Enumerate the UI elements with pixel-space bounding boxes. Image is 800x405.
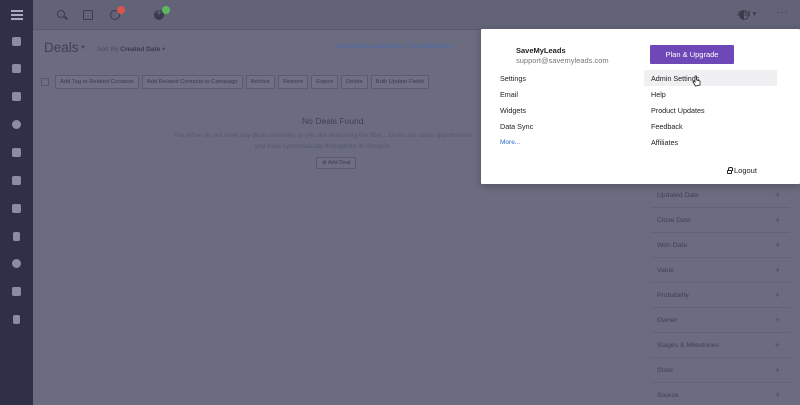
filter-won-date[interactable]: Won Date + <box>651 233 790 258</box>
avatar <box>494 45 512 63</box>
add-to-campaign-button[interactable]: Add Related Contacts to Campaign <box>141 74 243 89</box>
deals-icon[interactable] <box>12 120 21 129</box>
menu-item-settings[interactable]: Settings <box>500 74 526 83</box>
expand-icon[interactable]: + <box>775 215 780 225</box>
account-menu-popover: SaveMyLeads support@savemyleads.com Plan… <box>481 29 800 184</box>
filter-label: State <box>657 367 673 374</box>
filter-probability[interactable]: Probability + <box>651 283 790 308</box>
add-deal-button[interactable]: ⊕ Add Deal <box>316 157 357 169</box>
archive-button[interactable]: Archive <box>245 74 275 89</box>
add-menu-button[interactable]: Add ▾ <box>737 9 756 18</box>
trash-icon[interactable] <box>13 315 20 324</box>
calendar-icon[interactable] <box>83 10 93 20</box>
notification-badge <box>117 6 125 14</box>
hamburger-menu-icon[interactable] <box>0 0 33 30</box>
chevron-down-icon[interactable]: ▼ <box>80 45 86 51</box>
menu-item-widgets[interactable]: Widgets <box>500 106 526 115</box>
menu-item-email[interactable]: Email <box>500 90 518 99</box>
reports-icon[interactable] <box>12 148 21 157</box>
expand-icon[interactable]: + <box>775 340 780 350</box>
restore-button[interactable]: Restore <box>277 74 309 89</box>
more-options-icon[interactable]: ··· <box>776 7 789 18</box>
home-icon[interactable] <box>12 37 21 46</box>
export-button[interactable]: Export <box>311 74 338 89</box>
settings-icon[interactable] <box>12 287 21 296</box>
plan-upgrade-button[interactable]: Plan & Upgrade <box>650 45 734 64</box>
add-menu-label: Add <box>737 9 751 18</box>
lock-icon <box>727 166 733 174</box>
menu-item-product-updates[interactable]: Product Updates <box>651 106 705 115</box>
expand-icon[interactable]: + <box>775 190 780 200</box>
menu-item-affiliates[interactable]: Affiliates <box>651 138 678 147</box>
select-all-checkbox[interactable] <box>41 77 49 86</box>
contacts-icon[interactable] <box>12 64 21 73</box>
filter-close-date[interactable]: Close Date + <box>651 208 790 233</box>
hand-cursor-icon <box>692 75 701 87</box>
expand-icon[interactable]: + <box>775 240 780 250</box>
page-title: Deals <box>44 40 79 55</box>
hourglass-icon[interactable] <box>13 232 20 241</box>
add-tag-button[interactable]: Add Tag to Related Contacts <box>55 74 139 89</box>
menu-item-data-sync[interactable]: Data Sync <box>500 122 533 131</box>
filter-stages[interactable]: Stages & Milestones + <box>651 333 790 358</box>
filter-label: Probability <box>657 292 689 299</box>
search-icon[interactable] <box>57 10 65 18</box>
sort-by-control[interactable]: Sort By Created Date ▾ <box>97 45 165 53</box>
sort-by-label: Sort By <box>97 46 119 53</box>
filter-label: Stages & Milestones <box>657 342 719 349</box>
logout-button[interactable]: Logout <box>727 166 757 175</box>
filter-label: Owner <box>657 317 678 324</box>
filter-value[interactable]: Value + <box>651 258 790 283</box>
filter-link[interactable]: Send sales automation / No automation <box>338 43 452 50</box>
account-email: support@savemyleads.com <box>516 56 609 65</box>
sort-by-value[interactable]: Created Date <box>120 46 160 53</box>
filter-label: Won Date <box>657 242 688 249</box>
left-sidebar <box>0 0 33 405</box>
filter-label: Close Date <box>657 217 691 224</box>
activity-badge <box>162 6 170 14</box>
expand-icon[interactable]: + <box>775 290 780 300</box>
menu-item-more[interactable]: More... <box>500 139 520 146</box>
filter-state[interactable]: State + <box>651 358 790 383</box>
empty-state-text: You either do not have any deals current… <box>173 132 473 150</box>
filter-updated-date[interactable]: Updated Date + <box>651 183 790 208</box>
filter-source[interactable]: Source + <box>651 383 790 405</box>
menu-item-help[interactable]: Help <box>651 90 666 99</box>
add-deal-label: Add Deal <box>327 160 351 166</box>
menu-item-feedback[interactable]: Feedback <box>651 122 683 131</box>
expand-icon[interactable]: + <box>775 390 780 400</box>
account-name: SaveMyLeads <box>516 46 566 55</box>
expand-icon[interactable]: + <box>775 315 780 325</box>
expand-icon[interactable]: + <box>775 265 780 275</box>
filter-label: Updated Date <box>657 192 699 199</box>
filter-owner[interactable]: Owner + <box>651 308 790 333</box>
filter-label: Value <box>657 267 674 274</box>
apps-icon[interactable] <box>12 259 21 268</box>
bulk-update-button[interactable]: Bulk Update Fields <box>370 74 430 89</box>
empty-state-title: No Deals Found. <box>302 116 366 126</box>
filter-label: Source <box>657 392 679 399</box>
conversations-icon[interactable] <box>12 176 21 185</box>
top-bar: Add ▾ ··· <box>33 0 800 30</box>
expand-icon[interactable]: + <box>775 365 780 375</box>
lists-icon[interactable] <box>12 92 21 101</box>
bulk-action-bar: Add Tag to Related Contacts Add Related … <box>41 72 432 91</box>
calendar-icon[interactable] <box>12 204 21 213</box>
delete-button[interactable]: Delete <box>341 74 368 89</box>
logout-label: Logout <box>734 166 757 175</box>
